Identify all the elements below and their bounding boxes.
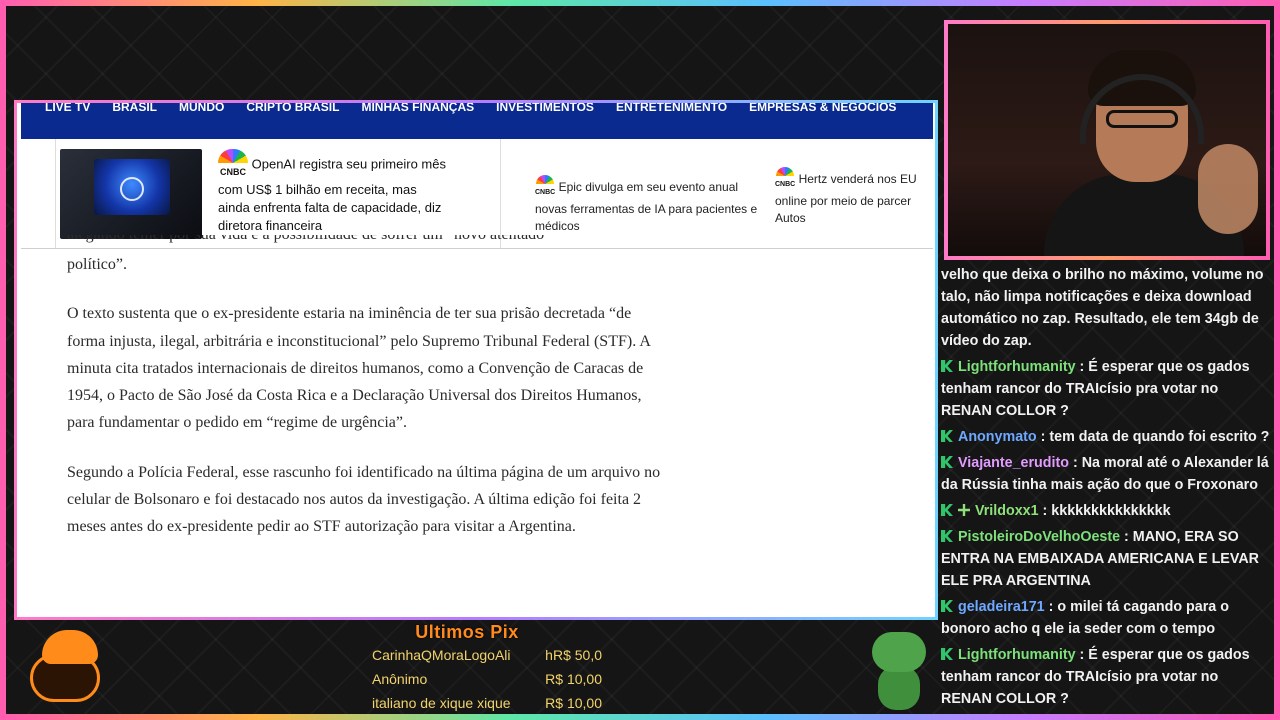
pix-row: CarinhaQMoraLogoAli hR$ 50,0 bbox=[372, 647, 602, 663]
nav-item-live-tv[interactable]: LIVE TV bbox=[45, 103, 90, 114]
article-cut-line: alegando temer por sua vida e a possibil… bbox=[67, 235, 667, 247]
news-headline-2: Epic divulga em seu evento anual novas f… bbox=[535, 180, 758, 233]
chat-username[interactable]: PistoleiroDoVelhoOeste bbox=[958, 529, 1120, 545]
site-navbar: LIVE TV BRASIL MUNDO CRIPTO BRASIL MINHA… bbox=[21, 103, 933, 139]
cnbc-logo-icon: CNBC bbox=[535, 175, 555, 201]
nav-item-cripto-brasil[interactable]: CRIPTO BRASIL bbox=[246, 103, 339, 114]
chat-message: Viajante_erudito : Na moral até o Alexan… bbox=[941, 455, 1269, 493]
plus-badge-icon bbox=[958, 504, 970, 516]
news-headline-1: OpenAI registra seu primeiro mês com US$… bbox=[218, 156, 446, 233]
nav-item-empresas-negocios[interactable]: EMPRESAS & NEGÓCIOS bbox=[749, 103, 896, 114]
chat-message: PistoleiroDoVelhoOeste : MANO, ERA SO EN… bbox=[941, 529, 1259, 589]
chat-username[interactable]: Vrildoxx1 bbox=[975, 503, 1039, 519]
browser-capture: LIVE TV BRASIL MUNDO CRIPTO BRASIL MINHA… bbox=[14, 100, 938, 620]
article-body: alegando temer por sua vida e a possibil… bbox=[67, 235, 667, 563]
article-paragraph-2: O texto sustenta que o ex-presidente est… bbox=[67, 305, 650, 432]
nav-item-entretenimento[interactable]: ENTRETENIMENTO bbox=[616, 103, 727, 114]
nav-item-brasil[interactable]: BRASIL bbox=[112, 103, 157, 114]
pix-row: Anônimo R$ 10,00 bbox=[372, 671, 602, 687]
news-strip: CNBC OpenAI registra seu primeiro mês co… bbox=[21, 139, 933, 249]
cnbc-logo-icon: CNBC bbox=[775, 167, 795, 193]
badge-icon bbox=[941, 504, 953, 516]
chat-message: Lightforhumanity : É esperar que os gado… bbox=[941, 359, 1250, 419]
badge-icon bbox=[941, 456, 953, 468]
news-headline-3-line1: Hertz venderá nos EU bbox=[798, 172, 917, 187]
news-card-2[interactable]: CNBC Epic divulga em seu evento anual no… bbox=[501, 139, 761, 248]
pix-title: Ultimos Pix bbox=[415, 622, 519, 642]
chat-message: velho que deixa o brilho no máximo, volu… bbox=[941, 267, 1264, 349]
chat-panel: velho que deixa o brilho no máximo, volu… bbox=[941, 264, 1271, 714]
badge-icon bbox=[941, 648, 953, 660]
cnbc-logo-icon: CNBC bbox=[218, 149, 248, 181]
nav-item-mundo[interactable]: MUNDO bbox=[179, 103, 224, 114]
openai-logo-icon bbox=[120, 177, 144, 201]
chat-username[interactable]: geladeira171 bbox=[958, 599, 1045, 615]
frog-emote-icon bbox=[866, 628, 932, 710]
chat-username[interactable]: Viajante_erudito bbox=[958, 455, 1069, 471]
mascot-character bbox=[22, 628, 106, 708]
chat-username[interactable]: Lightforhumanity bbox=[958, 359, 1076, 375]
chat-message: Anonymato : tem data de quando foi escri… bbox=[941, 426, 1271, 448]
nav-item-investimentos[interactable]: INVESTIMENTOS bbox=[496, 103, 594, 114]
badge-icon bbox=[941, 530, 953, 542]
badge-icon bbox=[941, 600, 953, 612]
article-paragraph-3: Segundo a Polícia Federal, esse rascunho… bbox=[67, 463, 661, 536]
chat-message: Vrildoxx1 : kkkkkkkkkkkkkkk bbox=[941, 500, 1271, 522]
chat-message: geladeira171 : o milei tá cagando para o… bbox=[941, 599, 1229, 637]
chat-username[interactable]: Lightforhumanity bbox=[958, 647, 1076, 663]
pix-row: italiano de xique xique R$ 10,00 bbox=[372, 695, 602, 711]
nav-item-minhas-financas[interactable]: MINHAS FINANÇAS bbox=[361, 103, 474, 114]
news-card-1[interactable]: CNBC OpenAI registra seu primeiro mês co… bbox=[55, 139, 501, 248]
pix-donations: Ultimos Pix CarinhaQMoraLogoAli hR$ 50,0 … bbox=[372, 622, 602, 715]
chat-message: Lightforhumanity : É esperar que os gado… bbox=[941, 647, 1250, 707]
news-headline-3-line3: Autos bbox=[775, 211, 806, 225]
badge-icon bbox=[941, 360, 953, 372]
news-thumbnail bbox=[60, 149, 202, 239]
news-card-3[interactable]: CNBC Hertz venderá nos EU online por mei… bbox=[761, 139, 917, 248]
badge-icon bbox=[941, 430, 953, 442]
news-headline-3-line2: online por meio de parcer bbox=[775, 194, 912, 208]
webcam-feed bbox=[944, 20, 1270, 260]
article-paragraph-1: político”. bbox=[67, 256, 127, 273]
chat-username[interactable]: Anonymato bbox=[958, 429, 1037, 445]
